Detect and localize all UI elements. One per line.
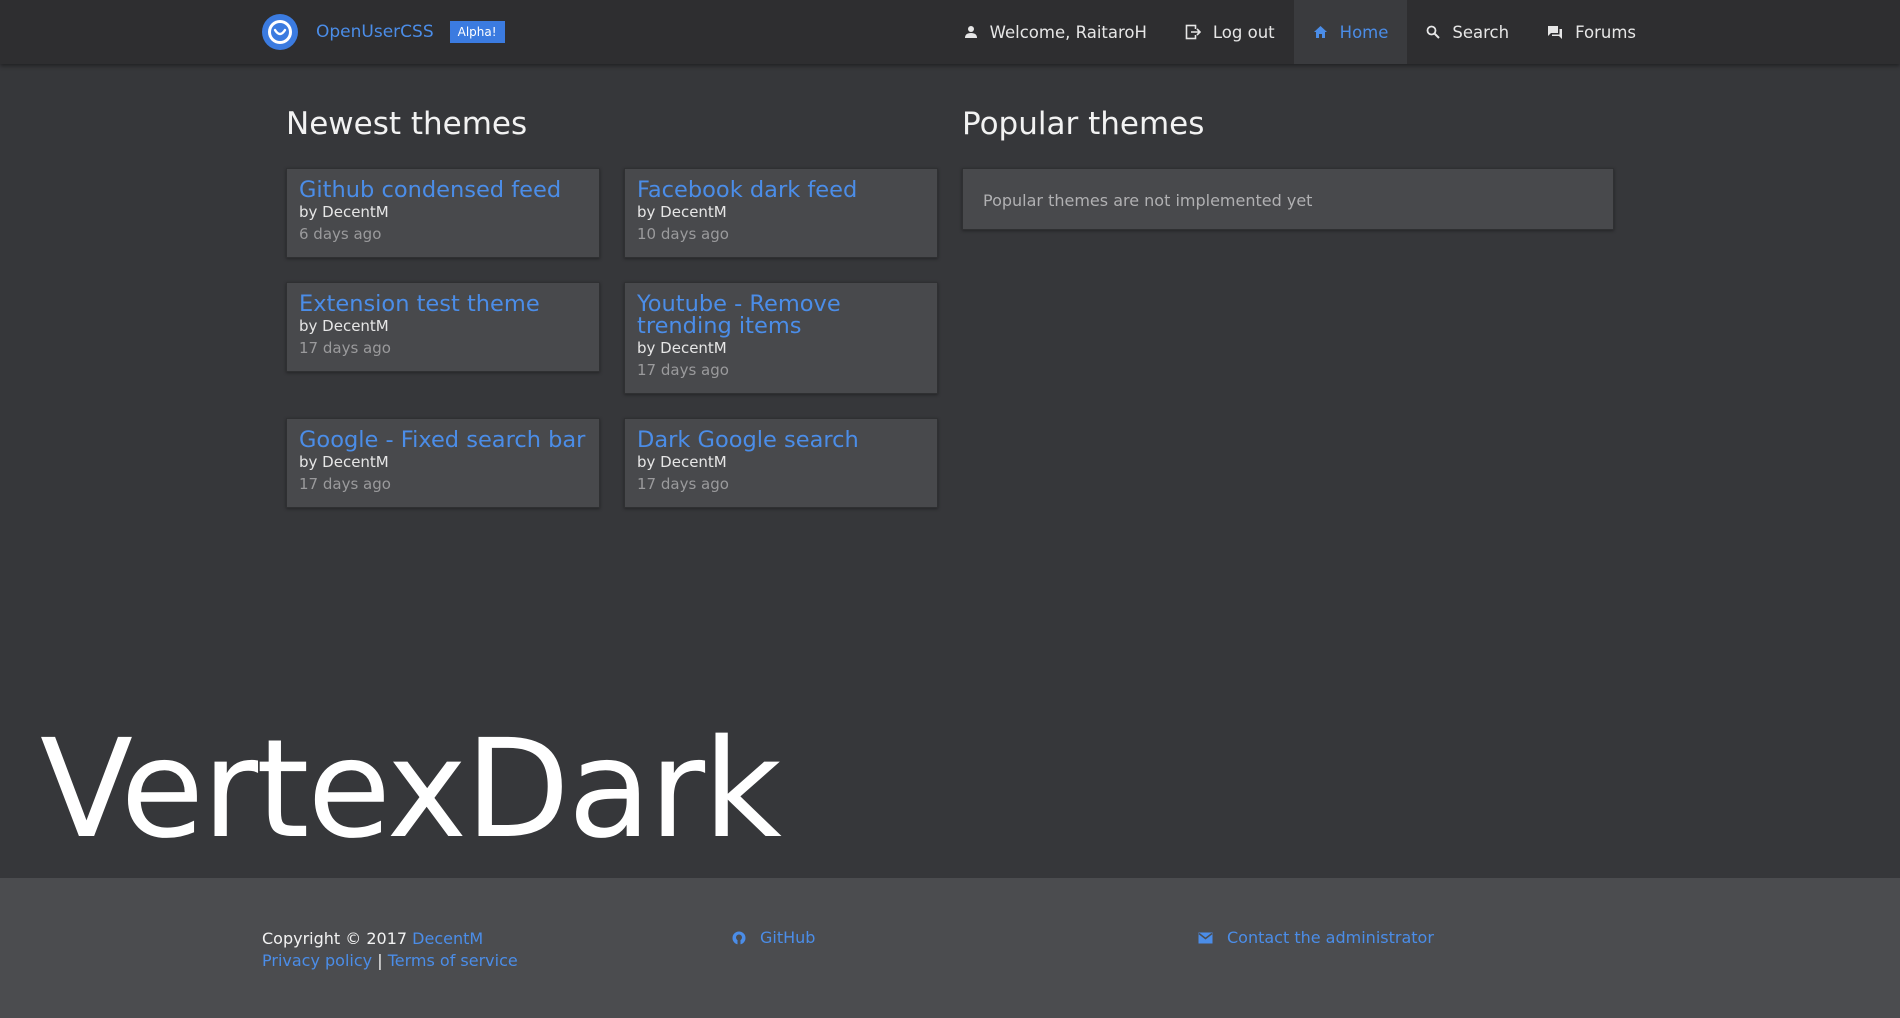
theme-author: by DecentM bbox=[299, 203, 389, 221]
person-icon bbox=[964, 25, 978, 39]
theme-date: 17 days ago bbox=[299, 339, 391, 357]
theme-title-link[interactable]: Dark Google search bbox=[637, 429, 925, 452]
author-link[interactable]: DecentM bbox=[412, 929, 483, 948]
theme-card[interactable]: Extension test theme by DecentM 17 days … bbox=[286, 282, 600, 372]
forum-icon bbox=[1547, 25, 1563, 40]
nav-home[interactable]: Home bbox=[1293, 0, 1408, 64]
nav-search-label: Search bbox=[1452, 22, 1510, 42]
theme-watermark-text: VertexDark bbox=[40, 711, 782, 869]
contact-admin-link[interactable]: Contact the administrator bbox=[1198, 928, 1434, 947]
mail-icon bbox=[1198, 932, 1213, 944]
nav-home-label: Home bbox=[1339, 22, 1389, 42]
popular-themes-title: Popular themes bbox=[962, 106, 1205, 142]
top-navbar: OpenUserCSS Alpha! Welcome, RaitaroH Log… bbox=[0, 0, 1900, 64]
theme-date: 17 days ago bbox=[299, 475, 391, 493]
newest-themes-title: Newest themes bbox=[286, 106, 528, 142]
alpha-badge: Alpha! bbox=[449, 21, 505, 43]
theme-date: 10 days ago bbox=[637, 225, 729, 243]
theme-card[interactable]: Dark Google search by DecentM 17 days ag… bbox=[624, 418, 938, 508]
theme-title-link[interactable]: Google - Fixed search bar bbox=[299, 429, 587, 452]
brand[interactable]: OpenUserCSS Alpha! bbox=[262, 14, 505, 50]
theme-card[interactable]: Youtube - Remove trending items by Decen… bbox=[624, 282, 938, 394]
theme-author: by DecentM bbox=[637, 339, 727, 357]
nav-welcome-label: Welcome, RaitaroH bbox=[989, 22, 1147, 42]
search-icon bbox=[1426, 25, 1441, 39]
brand-name[interactable]: OpenUserCSS bbox=[316, 22, 434, 42]
theme-title-link[interactable]: Extension test theme bbox=[299, 293, 587, 316]
nav-search[interactable]: Search bbox=[1407, 0, 1528, 64]
github-label: GitHub bbox=[760, 928, 816, 947]
logout-icon bbox=[1185, 24, 1201, 40]
nav-logout[interactable]: Log out bbox=[1166, 0, 1294, 64]
theme-author: by DecentM bbox=[637, 203, 727, 221]
nav-forums[interactable]: Forums bbox=[1528, 0, 1655, 64]
theme-title-link[interactable]: Github condensed feed bbox=[299, 179, 587, 202]
contact-label: Contact the administrator bbox=[1227, 928, 1434, 947]
theme-card[interactable]: Github condensed feed by DecentM 6 days … bbox=[286, 168, 600, 258]
footer: Copyright © 2017 DecentM Privacy policy … bbox=[0, 878, 1900, 1018]
nav-welcome[interactable]: Welcome, RaitaroH bbox=[945, 0, 1166, 64]
popular-themes-notice: Popular themes are not implemented yet bbox=[962, 168, 1614, 230]
theme-card[interactable]: Google - Fixed search bar by DecentM 17 … bbox=[286, 418, 600, 508]
github-icon bbox=[732, 931, 746, 945]
github-link[interactable]: GitHub bbox=[732, 928, 815, 947]
theme-title-link[interactable]: Youtube - Remove trending items bbox=[637, 293, 925, 338]
footer-copyright: Copyright © 2017 DecentM Privacy policy … bbox=[262, 928, 518, 972]
nav-menu: Welcome, RaitaroH Log out Home Search Fo… bbox=[945, 0, 1655, 64]
theme-card[interactable]: Facebook dark feed by DecentM 10 days ag… bbox=[624, 168, 938, 258]
theme-title-link[interactable]: Facebook dark feed bbox=[637, 179, 925, 202]
terms-of-service-link[interactable]: Terms of service bbox=[388, 951, 518, 970]
copyright-text: Copyright © 2017 bbox=[262, 929, 408, 948]
footer-separator: | bbox=[377, 951, 383, 970]
privacy-policy-link[interactable]: Privacy policy bbox=[262, 951, 372, 970]
nav-logout-label: Log out bbox=[1212, 22, 1275, 42]
theme-author: by DecentM bbox=[637, 453, 727, 471]
theme-author: by DecentM bbox=[299, 453, 389, 471]
logo-icon bbox=[262, 14, 298, 50]
nav-forums-label: Forums bbox=[1575, 22, 1636, 42]
theme-date: 6 days ago bbox=[299, 225, 382, 243]
home-icon bbox=[1313, 25, 1328, 39]
theme-date: 17 days ago bbox=[637, 475, 729, 493]
theme-date: 17 days ago bbox=[637, 361, 729, 379]
theme-author: by DecentM bbox=[299, 317, 389, 335]
